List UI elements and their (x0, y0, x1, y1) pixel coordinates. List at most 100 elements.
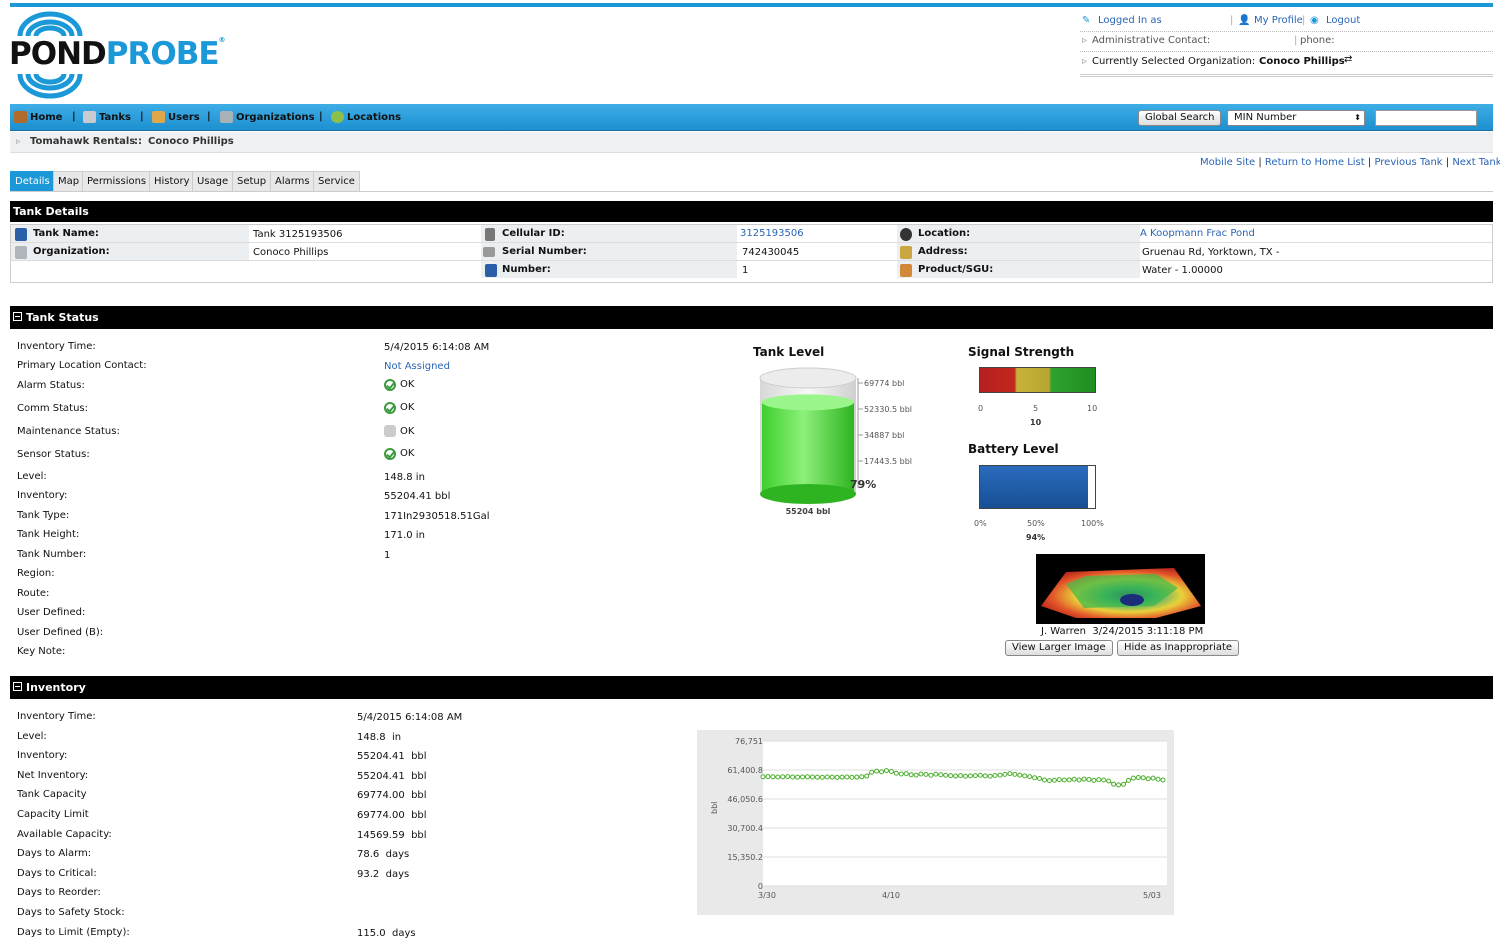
data-point (908, 772, 914, 778)
data-point (844, 774, 850, 780)
inventory-label: Days to Safety Stock: (17, 907, 125, 918)
tank-scale-label: 69774 bbl (864, 379, 904, 388)
signal-strength-title: Signal Strength (968, 345, 1075, 359)
data-point (997, 772, 1003, 778)
logout-link[interactable]: Logout (1326, 15, 1360, 26)
location-link[interactable]: A Koopmann Frac Pond (1140, 228, 1255, 239)
data-point (1120, 781, 1126, 787)
switch-org-icon[interactable]: ⇄ (1344, 54, 1352, 65)
logout-icon: ◉ (1310, 15, 1319, 26)
data-point (987, 773, 993, 779)
inventory-label: Days to Critical: (17, 867, 97, 879)
data-point (1086, 776, 1092, 782)
search-type-select[interactable]: MIN Number ⬍ (1227, 110, 1365, 126)
main-nav: Home | Tanks | Users | Organizations | L… (10, 104, 1493, 131)
data-point (785, 774, 791, 780)
product-icon (900, 264, 912, 277)
nav-locations[interactable]: Locations (331, 111, 401, 123)
nav-users[interactable]: Users (152, 111, 200, 123)
breadcrumb-current[interactable]: Conoco Phillips (148, 136, 234, 147)
inventory-value: 78.6 days (357, 849, 410, 861)
users-icon (152, 111, 165, 123)
data-point (775, 774, 781, 780)
data-point (874, 768, 880, 774)
data-point (992, 772, 998, 778)
status-value: OK (384, 379, 414, 391)
data-point (943, 772, 949, 778)
data-point (953, 773, 959, 779)
next-tank-link[interactable]: Next Tank (1452, 157, 1500, 168)
tank-scale-label: 34887 bbl (864, 431, 904, 440)
status-value[interactable]: Not Assigned (384, 361, 450, 372)
number-value: 1 (742, 265, 749, 276)
data-point (795, 774, 801, 780)
data-point (1051, 777, 1057, 783)
data-point (1076, 777, 1082, 783)
collapse-icon (13, 312, 22, 321)
organization-value: Conoco Phillips (253, 247, 329, 258)
breadcrumb-parent[interactable]: Tomahawk Rentals (30, 136, 135, 147)
data-point (1046, 778, 1052, 784)
status-label: Comm Status: (17, 403, 88, 414)
tab-map[interactable]: Map (53, 171, 85, 192)
data-point (1066, 777, 1072, 783)
hide-inappropriate-button[interactable]: Hide as Inappropriate (1117, 640, 1240, 656)
pond-photo[interactable] (1036, 554, 1205, 624)
tab-service[interactable]: Service (313, 171, 360, 192)
tab-setup[interactable]: Setup (232, 171, 272, 192)
mobile-site-link[interactable]: Mobile Site (1200, 157, 1255, 168)
data-point (1027, 774, 1033, 780)
ok-check-icon (384, 379, 396, 391)
status-label: Inventory Time: (17, 341, 96, 352)
y-tick-label: 61,400.8 (727, 766, 763, 775)
tank-icon (485, 264, 497, 277)
status-label: Route: (17, 588, 50, 599)
logo-text: PONDPROBE® (9, 36, 226, 72)
signal-value: 10 (1030, 418, 1042, 427)
serial-icon (483, 247, 495, 257)
nav-home[interactable]: Home (14, 111, 62, 123)
cellphone-icon (485, 228, 495, 241)
nav-tanks[interactable]: Tanks (83, 111, 131, 123)
data-point (1081, 776, 1087, 782)
inventory-value: 115.0 days (357, 927, 416, 939)
bullet-icon: ▹ (1082, 35, 1088, 46)
status-label: Tank Height: (17, 529, 80, 540)
status-value: OK (384, 402, 414, 414)
maintenance-icon (384, 425, 396, 437)
cellular-id-link[interactable]: 3125193506 (740, 228, 804, 239)
search-input[interactable] (1375, 110, 1477, 126)
data-point (780, 774, 786, 780)
inventory-value: 93.2 days (357, 868, 410, 880)
nav-organizations[interactable]: Organizations (220, 111, 315, 123)
tab-permissions[interactable]: Permissions (82, 171, 152, 192)
data-point (1150, 775, 1156, 781)
data-point (1125, 777, 1131, 783)
status-text: OK (400, 402, 415, 413)
inventory-header[interactable]: Inventory (10, 676, 1493, 699)
data-point (1116, 782, 1122, 788)
global-search-button[interactable]: Global Search (1138, 110, 1222, 126)
data-point (1041, 777, 1047, 783)
previous-tank-link[interactable]: Previous Tank (1374, 157, 1442, 168)
tab-usage[interactable]: Usage (192, 171, 234, 192)
tab-details[interactable]: Details (10, 171, 55, 192)
selected-org-value: Conoco Phillips (1259, 56, 1345, 67)
my-profile-link[interactable]: My Profile (1254, 15, 1303, 26)
inventory-label: Net Inventory: (17, 769, 89, 781)
view-larger-image-button[interactable]: View Larger Image (1005, 640, 1113, 656)
data-point (1106, 778, 1112, 784)
status-label: Maintenance Status: (17, 426, 120, 437)
tank-status-header[interactable]: Tank Status (10, 306, 1493, 329)
tank-level-title: Tank Level (753, 345, 825, 359)
battery-level-title: Battery Level (968, 442, 1059, 456)
status-label: User Defined (B): (17, 627, 104, 638)
tab-alarms[interactable]: Alarms (270, 171, 315, 192)
breadcrumb: ▹ Tomahawk Rentals :: Conoco Phillips (10, 132, 1493, 153)
status-text: OK (400, 448, 415, 459)
tab-history[interactable]: History (149, 171, 195, 192)
data-point (883, 768, 889, 774)
return-home-link[interactable]: Return to Home List (1265, 157, 1365, 168)
battery-level-bar (979, 465, 1096, 509)
admin-contact-label: Administrative Contact: (1092, 35, 1211, 46)
